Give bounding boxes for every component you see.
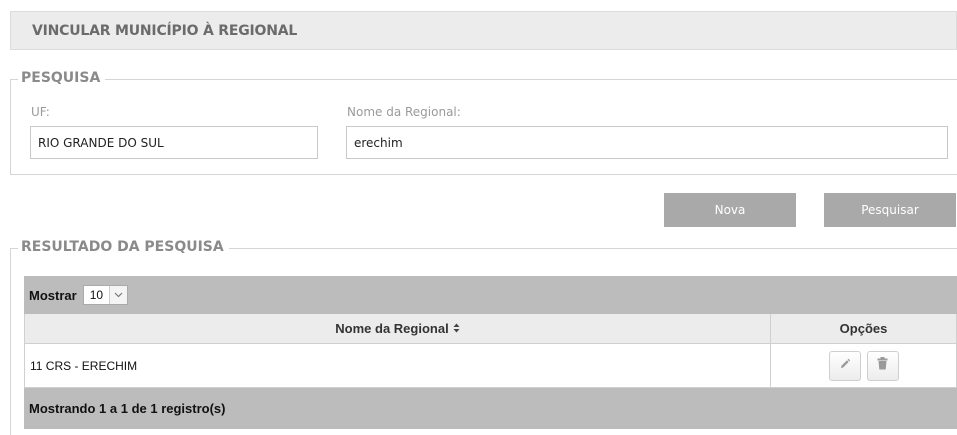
search-legend: PESQUISA bbox=[18, 70, 106, 86]
results-grid: Mostrar 10 Nome da Regional Opções 11 CR… bbox=[24, 276, 957, 429]
column-header-options: Opções bbox=[771, 314, 956, 343]
column-header-name-label: Nome da Regional bbox=[335, 321, 449, 336]
uf-label: UF: bbox=[31, 105, 50, 119]
page-header: VINCULAR MUNICÍPIO À REGIONAL bbox=[10, 11, 957, 50]
column-header-options-label: Opções bbox=[839, 321, 888, 336]
chevron-down-icon bbox=[109, 286, 128, 304]
show-label: Mostrar bbox=[29, 287, 77, 303]
table-row: 11 CRS - ERECHIM bbox=[24, 344, 957, 388]
page-title: VINCULAR MUNICÍPIO À REGIONAL bbox=[32, 22, 298, 39]
page-size-value: 10 bbox=[89, 288, 104, 302]
records-info: Mostrando 1 a 1 de 1 registro(s) bbox=[29, 401, 226, 416]
edit-button[interactable] bbox=[828, 350, 861, 381]
column-header-name[interactable]: Nome da Regional bbox=[25, 314, 771, 343]
row-regional-name: 11 CRS - ERECHIM bbox=[25, 344, 771, 387]
delete-button[interactable] bbox=[866, 350, 899, 381]
grid-toolbar: Mostrar 10 bbox=[24, 276, 957, 314]
trash-icon bbox=[877, 356, 888, 375]
uf-field[interactable]: RIO GRANDE DO SUL bbox=[30, 126, 318, 159]
grid-footer: Mostrando 1 a 1 de 1 registro(s) bbox=[24, 388, 957, 429]
row-options bbox=[771, 344, 956, 387]
grid-header: Nome da Regional Opções bbox=[24, 314, 957, 344]
results-legend: RESULTADO DA PESQUISA bbox=[18, 239, 229, 255]
pencil-icon bbox=[839, 357, 851, 375]
regional-name-input[interactable]: erechim bbox=[346, 126, 948, 159]
new-button[interactable]: Nova bbox=[664, 193, 796, 227]
page-size-select[interactable]: 10 bbox=[82, 285, 129, 305]
regional-label: Nome da Regional: bbox=[347, 105, 461, 119]
sort-icon bbox=[453, 323, 460, 335]
search-button[interactable]: Pesquisar bbox=[824, 193, 956, 227]
